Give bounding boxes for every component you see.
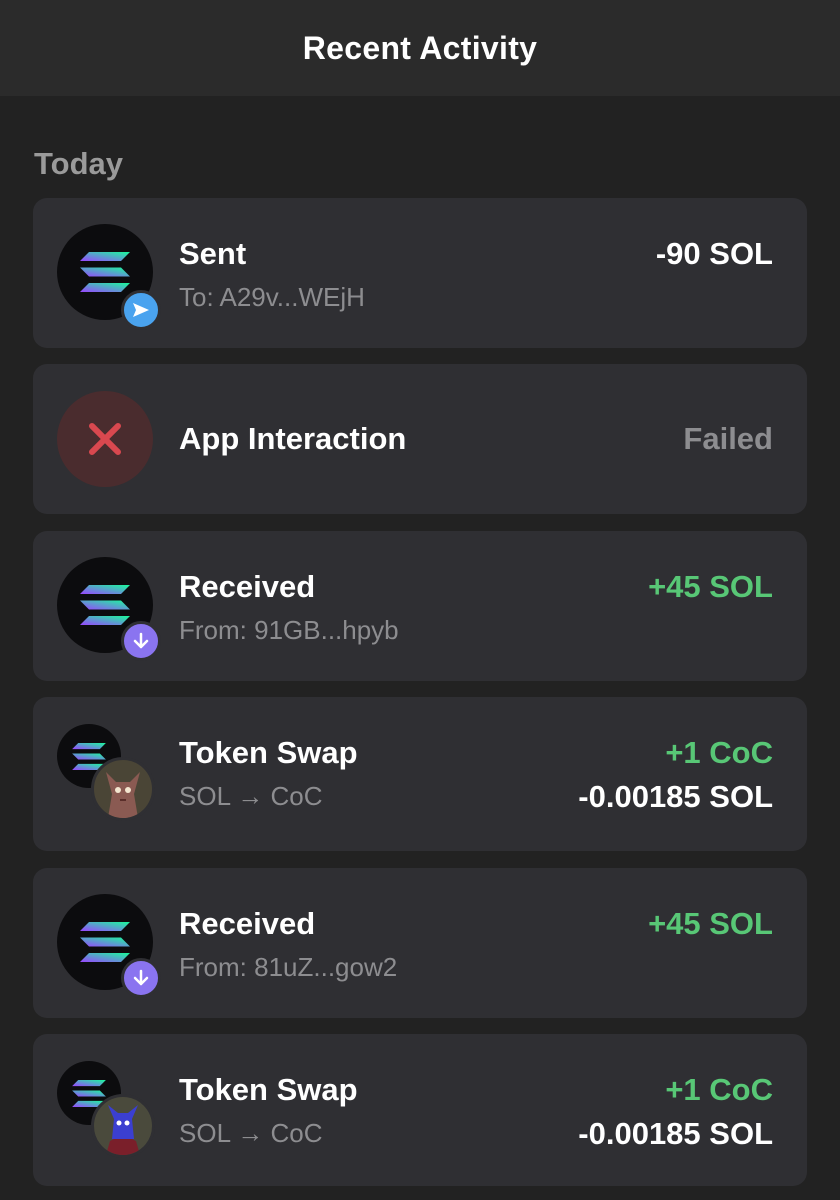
activity-row-token-swap[interactable]: Token Swap SOL → CoC +1 CoC -0.00185 SOL xyxy=(33,1034,807,1186)
activity-row-received[interactable]: Received From: 81uZ...gow2 +45 SOL xyxy=(33,868,807,1018)
activity-title: Received xyxy=(179,569,316,604)
section-label-today: Today xyxy=(34,146,123,181)
activity-amount: +45 SOL xyxy=(648,906,773,941)
coc-token-icon xyxy=(91,1094,155,1158)
page-title: Recent Activity xyxy=(302,29,538,66)
activity-title: Token Swap xyxy=(179,1072,358,1107)
activity-title: Received xyxy=(179,906,316,941)
activity-subtitle: From: 91GB...hpyb xyxy=(179,615,399,645)
failed-x-icon xyxy=(57,391,153,487)
activity-amount-in: +1 CoC xyxy=(665,1072,773,1107)
activity-subtitle: SOL → CoC xyxy=(179,781,323,811)
send-arrow-icon xyxy=(121,290,161,330)
coc-token-icon xyxy=(91,757,155,821)
activity-row-received[interactable]: Received From: 91GB...hpyb +45 SOL xyxy=(33,531,807,681)
activity-amount-out: -0.00185 SOL xyxy=(578,779,773,814)
receive-arrow-icon xyxy=(121,621,161,661)
header-bar: Recent Activity xyxy=(0,0,840,96)
activity-status: Failed xyxy=(683,421,773,456)
activity-row-app-interaction[interactable]: App Interaction Failed xyxy=(33,364,807,514)
activity-title: Sent xyxy=(179,236,247,271)
receive-arrow-icon xyxy=(121,958,161,998)
activity-amount: +45 SOL xyxy=(648,569,773,604)
activity-amount-in: +1 CoC xyxy=(665,735,773,770)
activity-subtitle: To: A29v...WEjH xyxy=(179,282,365,312)
activity-title: Token Swap xyxy=(179,735,358,770)
activity-subtitle: From: 81uZ...gow2 xyxy=(179,952,398,982)
activity-row-token-swap[interactable]: Token Swap SOL → CoC +1 CoC -0.00185 SOL xyxy=(33,697,807,851)
activity-row-sent[interactable]: Sent To: A29v...WEjH -90 SOL xyxy=(33,198,807,348)
activity-title: App Interaction xyxy=(179,421,407,456)
activity-amount: -90 SOL xyxy=(655,236,773,271)
activity-amount-out: -0.00185 SOL xyxy=(578,1116,773,1151)
activity-subtitle: SOL → CoC xyxy=(179,1118,323,1148)
